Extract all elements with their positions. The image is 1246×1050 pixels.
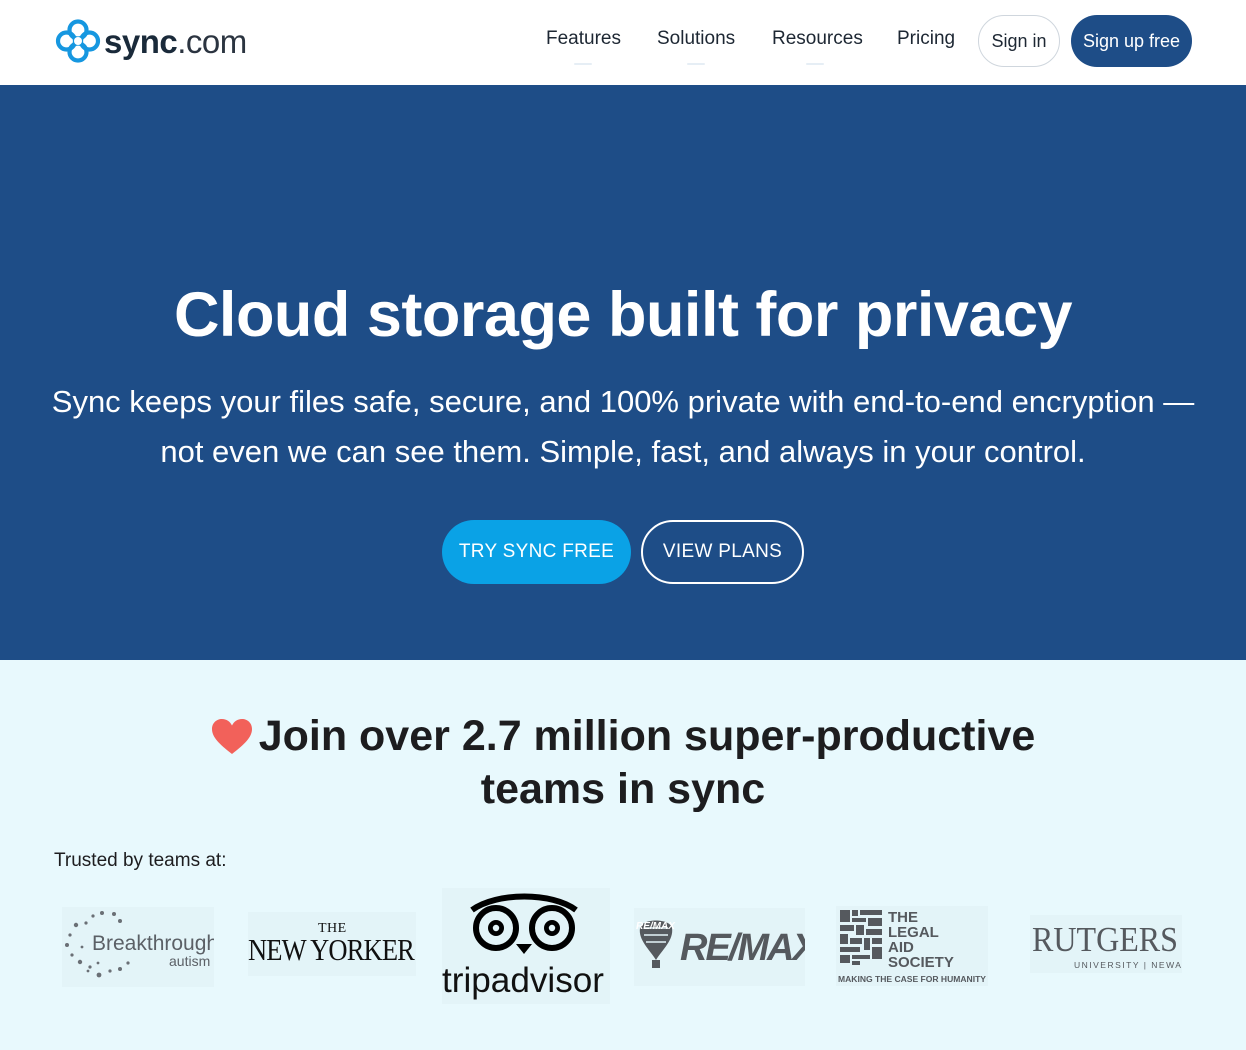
- logo-breakthrough-autism: Breakthrough autism: [62, 907, 214, 987]
- sign-up-free-button[interactable]: Sign up free: [1071, 15, 1192, 67]
- nav-solutions[interactable]: Solutions: [657, 28, 735, 50]
- breakthrough-sub: autism: [169, 953, 210, 969]
- heading-post: super-productive: [672, 712, 1036, 760]
- sign-in-button[interactable]: Sign in: [978, 15, 1060, 67]
- site-header: sync.com Features Solutions Resources Pr…: [0, 0, 1246, 85]
- nav-features-indicator: [574, 63, 592, 65]
- hero-section: Cloud storage built for privacy Sync kee…: [0, 85, 1246, 660]
- try-sync-free-button[interactable]: TRY SYNC FREE: [442, 520, 631, 584]
- remax-name: RE/MAX: [680, 927, 805, 969]
- view-plans-button[interactable]: VIEW PLANS: [641, 520, 804, 584]
- trusted-by-label: Trusted by teams at:: [54, 850, 227, 871]
- hero-subtitle-line-2: not even we can see them. Simple, fast, …: [160, 434, 1086, 469]
- remax-logo-graphic: RE/MAX RE/MAX: [636, 920, 805, 969]
- logo-legal-aid-society: THE LEGAL AID SOCIETY MAKING THE CASE FO…: [836, 906, 988, 986]
- hero-title: Cloud storage built for privacy: [173, 280, 1073, 350]
- logo-rutgers: RUTGERS UNIVERSITY | NEWARK: [1030, 915, 1182, 973]
- hero-subtitle: Sync keeps your files safe, secure, and …: [40, 377, 1206, 477]
- heading-pre: Join over: [258, 712, 462, 760]
- rutgers-logo-graphic: RUTGERS UNIVERSITY | NEWARK: [1032, 920, 1182, 970]
- remax-balloon-text: RE/MAX: [636, 921, 676, 932]
- heading-line-2: teams in sync: [480, 765, 766, 813]
- nav-features[interactable]: Features: [546, 28, 621, 50]
- nav-resources-indicator: [806, 63, 824, 65]
- legal-aid-line-4: SOCIETY: [888, 954, 954, 971]
- rutgers-name: RUTGERS: [1032, 920, 1178, 959]
- logo-suffix: .com: [177, 22, 247, 60]
- new-yorker-logo-graphic: THE NEW YORKER: [248, 921, 416, 967]
- heart-icon: [211, 719, 252, 754]
- sync-logo-icon: [55, 19, 101, 63]
- nav-pricing[interactable]: Pricing: [897, 28, 955, 50]
- logo-word: sync: [104, 22, 178, 60]
- rutgers-sub: UNIVERSITY | NEWARK: [1074, 960, 1182, 970]
- social-proof-section: Join over 2.7 million super-productive t…: [0, 660, 1246, 1050]
- legal-aid-tagline: MAKING THE CASE FOR HUMANITY: [838, 974, 986, 984]
- logo-wordmark: sync.com: [104, 25, 247, 58]
- breakthrough-name: Breakthrough: [92, 932, 214, 955]
- nav-resources[interactable]: Resources: [772, 28, 863, 50]
- tripadvisor-logo-graphic: tripadvisor: [442, 893, 604, 1000]
- sync-logo[interactable]: sync.com: [54, 18, 247, 64]
- new-yorker-name: NEW YORKER: [248, 932, 415, 967]
- tripadvisor-name: tripadvisor: [442, 961, 604, 1000]
- heading-number: 2.7 million: [461, 712, 673, 760]
- logo-new-yorker: THE NEW YORKER: [248, 912, 416, 976]
- social-proof-heading: Join over 2.7 million super-productive t…: [0, 710, 1246, 816]
- breakthrough-logo-graphic: Breakthrough autism: [65, 911, 214, 978]
- logo-remax: RE/MAX RE/MAX: [634, 908, 805, 986]
- hero-subtitle-line-1: Sync keeps your files safe, secure, and …: [51, 384, 1195, 419]
- legal-aid-logo-graphic: THE LEGAL AID SOCIETY MAKING THE CASE FO…: [838, 909, 986, 984]
- logo-tripadvisor: tripadvisor: [442, 888, 610, 1004]
- nav-solutions-indicator: [687, 63, 705, 65]
